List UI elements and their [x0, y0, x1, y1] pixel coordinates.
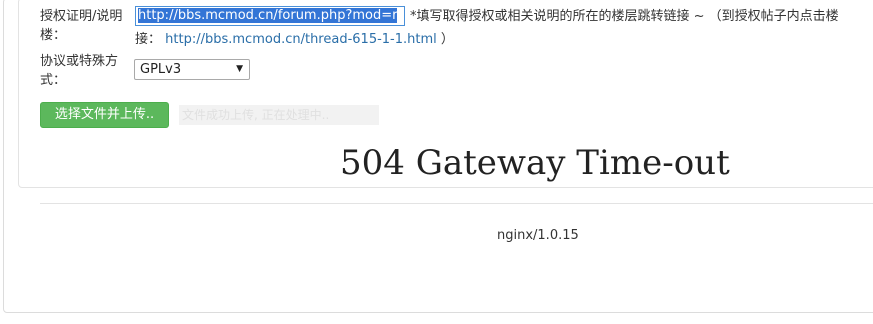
license-label: 授权证明/说明 楼：: [40, 7, 122, 45]
example-thread-link[interactable]: http://bbs.mcmod.cn/thread-615-1-1.html: [165, 32, 437, 47]
protocol-select[interactable]: GPLv3 ▼: [134, 59, 250, 80]
dropdown-arrow-icon: ▼: [236, 64, 243, 74]
upload-file-button[interactable]: 选择文件并上传..: [40, 102, 169, 128]
server-signature: nginx/1.0.15: [497, 228, 579, 243]
license-url-input[interactable]: http://bbs.mcmod.cn/forum.php?mod=r: [135, 6, 405, 26]
protocol-label: 协议或特殊方 式：: [40, 52, 118, 90]
upload-status-bar: 文件成功上传, 正在处理中..: [179, 105, 379, 125]
license-hint-line2: 接： http://bbs.mcmod.cn/thread-615-1-1.ht…: [135, 30, 454, 49]
error-title: 504 Gateway Time-out: [340, 143, 730, 183]
hint-prefix: 接：: [135, 32, 162, 47]
license-url-value: http://bbs.mcmod.cn/forum.php?mod=r: [138, 8, 398, 23]
license-label-line1: 授权证明/说明: [40, 9, 123, 24]
protocol-selected-value: GPLv3: [140, 62, 182, 77]
divider: [40, 203, 873, 204]
hint-suffix: ）: [440, 32, 454, 47]
license-label-line2: 楼：: [40, 28, 67, 43]
license-hint-line1: *填写取得授权或相关说明的所在的楼层跳转链接 ~ （到授权帖子内点击楼: [410, 9, 839, 24]
protocol-label-line1: 协议或特殊方: [40, 54, 119, 69]
protocol-label-line2: 式：: [40, 73, 67, 88]
